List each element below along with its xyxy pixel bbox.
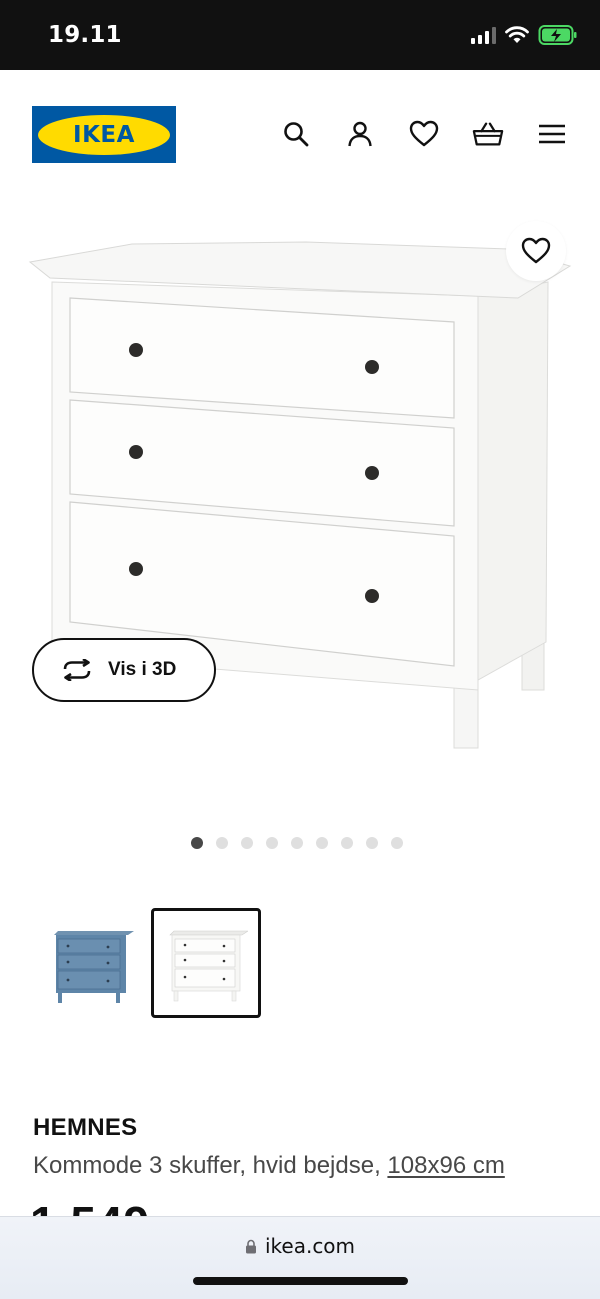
header-actions: [280, 118, 568, 150]
carousel-dot[interactable]: [216, 837, 228, 849]
blue-dresser-thumbnail: [54, 931, 134, 1003]
cellular-signal-icon: [471, 26, 496, 44]
ikea-logo[interactable]: IKEA: [32, 106, 176, 163]
heart-icon: [521, 237, 551, 264]
favorite-button[interactable]: [506, 221, 566, 281]
site-header: IKEA: [0, 70, 600, 200]
carousel-pagination: [191, 837, 403, 849]
lock-icon: [245, 1239, 256, 1253]
wishlist-heart-icon[interactable]: [408, 118, 440, 150]
product-description: Kommode 3 skuffer, hvid bejdse, 108x96 c…: [33, 1152, 505, 1180]
logo-text: IKEA: [73, 121, 135, 148]
battery-charging-icon: [538, 25, 577, 45]
product-image[interactable]: [0, 200, 600, 810]
variant-thumbnail-white[interactable]: [151, 908, 261, 1018]
status-time: 19.11: [48, 22, 122, 48]
url-display[interactable]: ikea.com: [0, 1234, 600, 1258]
carousel-dot[interactable]: [391, 837, 403, 849]
status-icons: [471, 24, 578, 46]
url-text: ikea.com: [264, 1234, 356, 1258]
browser-url-bar[interactable]: ikea.com: [0, 1216, 600, 1299]
menu-icon[interactable]: [536, 118, 568, 150]
rotate-3d-icon: [63, 659, 91, 681]
carousel-dot[interactable]: [241, 837, 253, 849]
variant-thumbnail-blue[interactable]: [34, 908, 144, 1018]
carousel-dot[interactable]: [316, 837, 328, 849]
product-description-text: Kommode 3 skuffer, hvid bejdse,: [33, 1152, 388, 1179]
logo-oval: IKEA: [38, 114, 170, 155]
account-icon[interactable]: [344, 118, 376, 150]
wifi-icon: [505, 26, 529, 43]
carousel-dot[interactable]: [266, 837, 278, 849]
shopping-basket-icon[interactable]: [472, 118, 504, 150]
carousel-dot[interactable]: [366, 837, 378, 849]
carousel-dot[interactable]: [191, 837, 203, 849]
dresser-illustration: [28, 241, 572, 749]
white-dresser-thumbnail: [169, 930, 248, 1002]
product-name: HEMNES: [33, 1114, 138, 1141]
carousel-dot[interactable]: [291, 837, 303, 849]
product-dimensions-link[interactable]: 108x96 cm: [387, 1152, 504, 1179]
home-indicator[interactable]: [193, 1277, 408, 1285]
search-icon[interactable]: [280, 118, 312, 150]
status-bar: 19.11: [0, 0, 600, 70]
view-in-3d-button[interactable]: Vis i 3D: [32, 638, 216, 702]
view-in-3d-label: Vis i 3D: [108, 659, 177, 680]
carousel-dot[interactable]: [341, 837, 353, 849]
